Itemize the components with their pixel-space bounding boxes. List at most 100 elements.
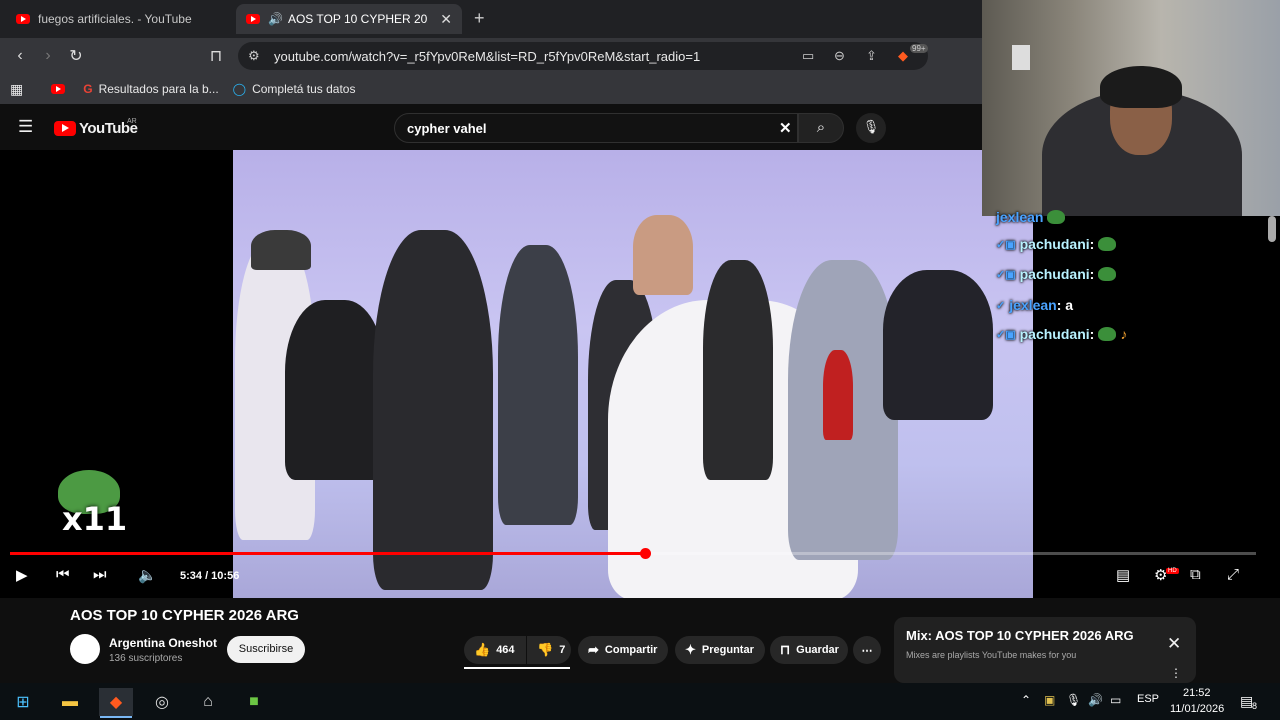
search-icon: ⌕ <box>816 119 826 136</box>
search-input[interactable]: cypher vahel ✕ <box>394 113 798 143</box>
like-button[interactable]: 👍 464 <box>464 636 526 664</box>
brave-browser-icon[interactable]: ◆ <box>99 688 133 716</box>
like-ratio-bar <box>464 667 570 669</box>
hamburger-menu-icon[interactable]: ☰ <box>18 117 33 137</box>
chat-message: ✓▣ pachudani : <box>996 266 1117 282</box>
video-rapper-head <box>633 215 693 295</box>
time-display: 5:34 / 10:56 <box>180 570 240 582</box>
badge-icon: ✓▣ <box>996 268 1016 281</box>
language-indicator[interactable]: ESP <box>1137 693 1159 705</box>
clock-time[interactable]: 21:52 <box>1183 687 1211 699</box>
video-clothes-rack <box>883 270 993 420</box>
ask-button[interactable]: ✦ Preguntar <box>675 636 765 664</box>
bookmark-completa[interactable]: Completá tus datos <box>252 82 355 96</box>
network-icon[interactable]: ▭ <box>1110 693 1121 707</box>
site-info-icon[interactable]: ⚙ <box>248 48 260 64</box>
share-arrow-icon: ➦ <box>588 642 599 657</box>
youtube-bookmark-icon[interactable] <box>51 84 66 94</box>
tab-title: AOS TOP 10 CYPHER 2026 AR <box>287 12 428 26</box>
app-icon[interactable]: ⌂ <box>191 688 225 716</box>
clock-date[interactable]: 11/01/2026 <box>1170 703 1224 715</box>
voice-search-button[interactable]: 🎙 <box>856 113 886 143</box>
bookmark-icon[interactable]: ⊓ <box>202 46 230 66</box>
microphone-tray-icon[interactable]: 🎙 <box>1066 693 1081 707</box>
new-tab-button[interactable]: + <box>474 8 485 29</box>
chat-text: : a <box>1056 297 1074 313</box>
obs-icon[interactable]: ◎ <box>145 688 179 716</box>
next-icon[interactable]: ⏭ <box>93 566 107 583</box>
reload-icon[interactable]: ↻ <box>62 46 90 66</box>
play-icon[interactable]: ▶ <box>16 566 28 584</box>
browser-tab-bar: fuegos artificiales. - YouTube 🔊 AOS TOP… <box>0 0 982 38</box>
search-query: cypher vahel <box>407 121 487 136</box>
clear-search-icon[interactable]: ✕ <box>779 119 792 137</box>
bookmarks-bar: ▦ G Resultados para la b... ◯ Completá t… <box>0 74 982 104</box>
webcam-overlay <box>982 0 1280 216</box>
chat-username: pachudani <box>1019 266 1090 282</box>
badge-icon: ✓ <box>996 299 1006 312</box>
chat-username: jexlean <box>996 209 1044 225</box>
url-field[interactable]: ⚙ youtube.com/watch?v=_r5fYpv0ReM&list=R… <box>238 42 928 70</box>
back-arrow-icon[interactable]: ‹ <box>6 47 34 65</box>
close-tab-icon[interactable]: ✕ <box>440 11 452 28</box>
pepe-emote-icon <box>1047 210 1066 224</box>
play-triangle-icon <box>62 124 69 132</box>
google-icon: G <box>83 82 93 96</box>
chat-message: ✓▣ pachudani : <box>996 236 1117 252</box>
share-label: Compartir <box>604 644 658 656</box>
chat-message: ✓ jexlean : a <box>996 297 1073 313</box>
microphone-icon: 🎙 <box>862 119 880 134</box>
file-explorer-icon[interactable]: ▬ <box>53 688 87 716</box>
chat-username: jexlean <box>1009 297 1057 313</box>
search-button[interactable]: ⌕ <box>798 113 844 143</box>
chat-username: pachudani <box>1019 326 1090 342</box>
zoom-icon[interactable]: ⊖ <box>834 48 845 64</box>
windows-start-icon[interactable]: ⊞ <box>6 688 40 716</box>
miniplayer-icon[interactable]: ⧉ <box>1190 566 1201 583</box>
speaker-icon: 🔊 <box>268 12 283 26</box>
brave-shield-icon[interactable]: ◆ <box>898 48 908 64</box>
channel-avatar[interactable] <box>70 634 100 664</box>
chat-username: pachudani <box>1019 236 1090 252</box>
pepe-emote-icon <box>1098 237 1117 251</box>
progress-played <box>10 552 646 555</box>
region-code: AR <box>127 118 137 125</box>
video-frame[interactable] <box>233 150 1033 598</box>
scrollbar-thumb[interactable] <box>1268 216 1276 242</box>
tab-fuegos[interactable]: fuegos artificiales. - YouTube <box>6 4 231 34</box>
video-red-shirt <box>823 350 853 440</box>
fullscreen-icon[interactable]: ⤢ <box>1227 566 1239 583</box>
badge-icon: ✓▣ <box>996 328 1016 341</box>
subtitles-icon[interactable]: ▤ <box>1116 566 1130 584</box>
subscribe-button[interactable]: Suscribirse <box>227 636 305 663</box>
video-person <box>498 245 578 525</box>
minecraft-icon[interactable]: ■ <box>237 688 271 716</box>
share-button[interactable]: ➦ Compartir <box>578 636 668 664</box>
apps-grid-icon[interactable]: ▦ <box>10 81 23 98</box>
save-button[interactable]: ⊓ Guardar <box>770 636 848 664</box>
address-bar-row: ‹ › ↻ ⊓ ⚙ youtube.com/watch?v=_r5fYpv0Re… <box>0 38 982 74</box>
mix-subtitle: Mixes are playlists YouTube makes for yo… <box>906 650 1077 660</box>
chat-message: jexlean <box>996 209 1066 225</box>
tray-chevron-icon[interactable]: ⌃ <box>1021 693 1031 707</box>
more-actions-button[interactable]: ⋯ <box>853 636 881 664</box>
circle-icon: ◯ <box>232 82 247 96</box>
channel-name[interactable]: Argentina Oneshot <box>109 636 217 650</box>
volume-tray-icon[interactable]: 🔊 <box>1088 693 1103 707</box>
volume-icon[interactable]: 🔈 <box>138 566 157 584</box>
tray-app-icon[interactable]: ▣ <box>1044 693 1055 707</box>
sparkle-icon: ✦ <box>685 642 696 657</box>
previous-icon[interactable]: ⏮ <box>56 566 70 583</box>
cast-icon[interactable]: ▭ <box>802 48 814 64</box>
webcam-person-hair <box>1100 66 1182 108</box>
close-mix-icon[interactable]: ✕ <box>1167 634 1181 654</box>
video-person-cap <box>251 230 311 270</box>
pepe-emote-icon <box>1098 327 1117 341</box>
mix-menu-icon[interactable]: ⋮ <box>1170 666 1182 680</box>
share-icon[interactable]: ⇪ <box>866 48 877 64</box>
bookmark-resultados[interactable]: Resultados para la b... <box>99 82 219 96</box>
pepe-emote-icon <box>1098 267 1117 281</box>
forward-arrow-icon[interactable]: › <box>34 47 62 65</box>
tab-aos-cypher[interactable]: 🔊 AOS TOP 10 CYPHER 2026 AR ✕ <box>236 4 462 34</box>
dislike-button[interactable]: 👎 7 <box>527 636 571 664</box>
